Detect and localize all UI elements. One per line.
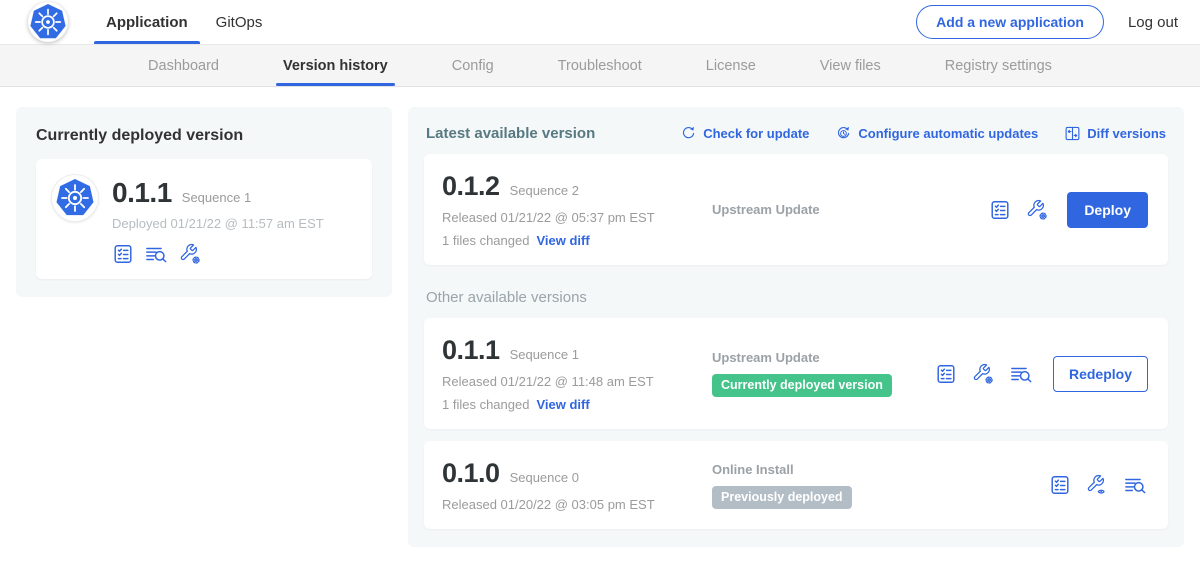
version-history-panel: Latest available version Check for updat… xyxy=(408,107,1184,547)
view-diff-link[interactable]: View diff xyxy=(536,233,589,248)
version-row-0-1-0: 0.1.0 Sequence 0 Released 01/20/22 @ 03:… xyxy=(424,441,1168,529)
version-source-label: Upstream Update xyxy=(712,350,935,365)
configure-automatic-updates-label: Configure automatic updates xyxy=(858,126,1038,141)
release-notes-icon[interactable] xyxy=(112,243,134,265)
diff-versions-link[interactable]: Diff versions xyxy=(1064,125,1166,142)
check-for-update-label: Check for update xyxy=(703,126,809,141)
subnav-troubleshoot[interactable]: Troubleshoot xyxy=(555,45,645,86)
release-notes-icon[interactable] xyxy=(989,199,1011,221)
deploy-logs-icon[interactable] xyxy=(144,243,169,265)
subnav-registry-settings[interactable]: Registry settings xyxy=(942,45,1055,86)
app-subnav: Dashboard Version history Config Trouble… xyxy=(0,45,1200,87)
sequence-label: Sequence 1 xyxy=(510,347,579,362)
check-for-update-link[interactable]: Check for update xyxy=(680,125,809,142)
subnav-license[interactable]: License xyxy=(703,45,759,86)
deploy-logs-icon[interactable] xyxy=(1123,474,1148,496)
subnav-config[interactable]: Config xyxy=(449,45,497,86)
tab-application-label: Application xyxy=(106,14,188,31)
refresh-icon xyxy=(680,125,697,142)
subnav-dashboard[interactable]: Dashboard xyxy=(145,45,222,86)
previously-deployed-badge: Previously deployed xyxy=(712,486,852,509)
released-timestamp: Released 01/20/22 @ 03:05 pm EST xyxy=(442,497,700,512)
schedule-update-icon xyxy=(835,125,852,142)
released-timestamp: Released 01/21/22 @ 05:37 pm EST xyxy=(442,210,700,225)
version-row-0-1-2: 0.1.2 Sequence 2 Released 01/21/22 @ 05:… xyxy=(424,154,1168,265)
currently-deployed-card: Currently deployed version 0.1.1 Sequenc… xyxy=(16,107,392,297)
other-available-title: Other available versions xyxy=(426,289,1166,306)
files-changed-label: 1 files changed xyxy=(442,397,529,412)
version-number: 0.1.1 xyxy=(442,335,500,366)
main-content: Currently deployed version 0.1.1 Sequenc… xyxy=(0,87,1200,564)
kubernetes-logo xyxy=(28,2,68,42)
view-config-icon[interactable] xyxy=(1086,474,1108,496)
latest-available-title: Latest available version xyxy=(426,125,595,142)
current-sequence-label: Sequence 1 xyxy=(182,190,251,205)
sequence-label: Sequence 2 xyxy=(510,183,579,198)
add-application-button[interactable]: Add a new application xyxy=(916,5,1104,39)
version-source-label: Upstream Update xyxy=(712,202,989,217)
view-diff-link[interactable]: View diff xyxy=(536,397,589,412)
edit-config-icon[interactable] xyxy=(972,363,994,385)
tab-application[interactable]: Application xyxy=(92,0,202,44)
redeploy-button[interactable]: Redeploy xyxy=(1053,356,1148,392)
tab-gitops-label: GitOps xyxy=(216,14,263,31)
currently-deployed-version-card: 0.1.1 Sequence 1 Deployed 01/21/22 @ 11:… xyxy=(36,159,372,279)
edit-config-icon[interactable] xyxy=(1026,199,1048,221)
currently-deployed-badge: Currently deployed version xyxy=(712,374,892,397)
version-source-label: Online Install xyxy=(712,462,1049,477)
files-changed-label: 1 files changed xyxy=(442,233,529,248)
currently-deployed-title: Currently deployed version xyxy=(36,127,372,145)
sequence-label: Sequence 0 xyxy=(510,470,579,485)
current-version-number: 0.1.1 xyxy=(112,177,172,209)
configure-automatic-updates-link[interactable]: Configure automatic updates xyxy=(835,125,1038,142)
diff-versions-label: Diff versions xyxy=(1087,126,1166,141)
release-notes-icon[interactable] xyxy=(935,363,957,385)
released-timestamp: Released 01/21/22 @ 11:48 am EST xyxy=(442,374,700,389)
release-notes-icon[interactable] xyxy=(1049,474,1071,496)
app-logo xyxy=(52,175,98,221)
subnav-view-files[interactable]: View files xyxy=(817,45,884,86)
version-number: 0.1.0 xyxy=(442,458,500,489)
deployed-timestamp: Deployed 01/21/22 @ 11:57 am EST xyxy=(112,216,324,231)
edit-config-icon[interactable] xyxy=(179,243,201,265)
top-nav: Application GitOps xyxy=(92,0,276,44)
diff-versions-icon xyxy=(1064,125,1081,142)
logout-button[interactable]: Log out xyxy=(1128,14,1178,31)
top-bar: Application GitOps Add a new application… xyxy=(0,0,1200,45)
tab-gitops[interactable]: GitOps xyxy=(202,0,277,44)
subnav-version-history[interactable]: Version history xyxy=(280,45,391,86)
topbar-actions: Add a new application Log out xyxy=(916,5,1178,39)
deploy-button[interactable]: Deploy xyxy=(1067,192,1148,228)
version-number: 0.1.2 xyxy=(442,171,500,202)
panel-actions: Check for update Configure automatic upd… xyxy=(680,125,1166,142)
deploy-logs-icon[interactable] xyxy=(1009,363,1034,385)
version-row-0-1-1: 0.1.1 Sequence 1 Released 01/21/22 @ 11:… xyxy=(424,318,1168,429)
